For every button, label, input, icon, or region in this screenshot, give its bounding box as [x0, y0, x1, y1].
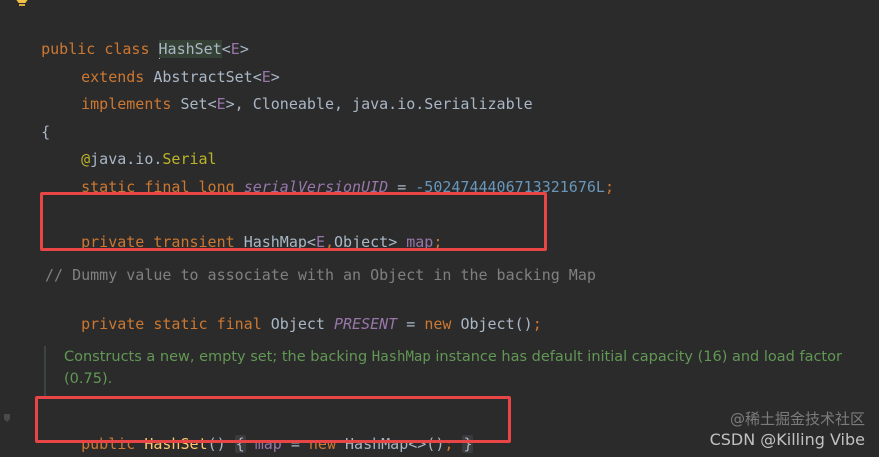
- keyword: implements: [81, 95, 181, 113]
- type-Object[interactable]: Object: [271, 315, 334, 333]
- assign-op: =: [397, 315, 425, 333]
- code-line-implements: implements Set<E>, Cloneable, java.io.Se…: [45, 71, 533, 113]
- code-line-annotation: @java.io.Serial: [45, 126, 216, 168]
- watermark: @稀土掘金技术社区: [729, 410, 865, 428]
- type-param: E: [216, 95, 226, 113]
- keyword: private static final: [81, 315, 271, 333]
- code-editor[interactable]: public class HashSet<E> extends Abstract…: [0, 0, 879, 457]
- semicolon: ;: [532, 315, 542, 333]
- code-line-extends: extends AbstractSet<E>: [45, 44, 280, 86]
- code-line-serial-uid: static final long serialVersionUID = -50…: [45, 154, 614, 196]
- keyword-new: new: [424, 315, 461, 333]
- fold-marker-icon[interactable]: [4, 414, 10, 422]
- lightbulb-icon[interactable]: [14, 0, 30, 8]
- highlight-box-constructor: [35, 396, 511, 443]
- code-line-open-brace: {: [5, 99, 50, 141]
- code-line-comment: // Dummy value to associate with an Obje…: [45, 266, 596, 284]
- code-line-present-field: private static final Object PRESENT = ne…: [45, 291, 542, 333]
- doc-code-ref[interactable]: HashMap: [372, 349, 431, 365]
- generic-close: >: [225, 95, 235, 113]
- semicolon: ;: [604, 178, 614, 196]
- field-PRESENT[interactable]: PRESENT: [334, 315, 397, 333]
- highlight-box-map-field: [40, 192, 547, 251]
- rendered-javadoc[interactable]: Constructs a new, empty set; the backing…: [44, 346, 864, 396]
- doc-text: Constructs a new, empty set; the backing: [64, 349, 372, 365]
- interface-list: , Cloneable, java.io.Serializable: [234, 95, 533, 113]
- generic-open: <: [207, 95, 217, 113]
- code-line-class-decl: public class HashSet<E>: [5, 16, 249, 59]
- constructor-call[interactable]: Object(): [460, 315, 532, 333]
- interface-name[interactable]: Set: [180, 95, 207, 113]
- watermark-csdn: CSDN @Killing Vibe: [709, 430, 865, 449]
